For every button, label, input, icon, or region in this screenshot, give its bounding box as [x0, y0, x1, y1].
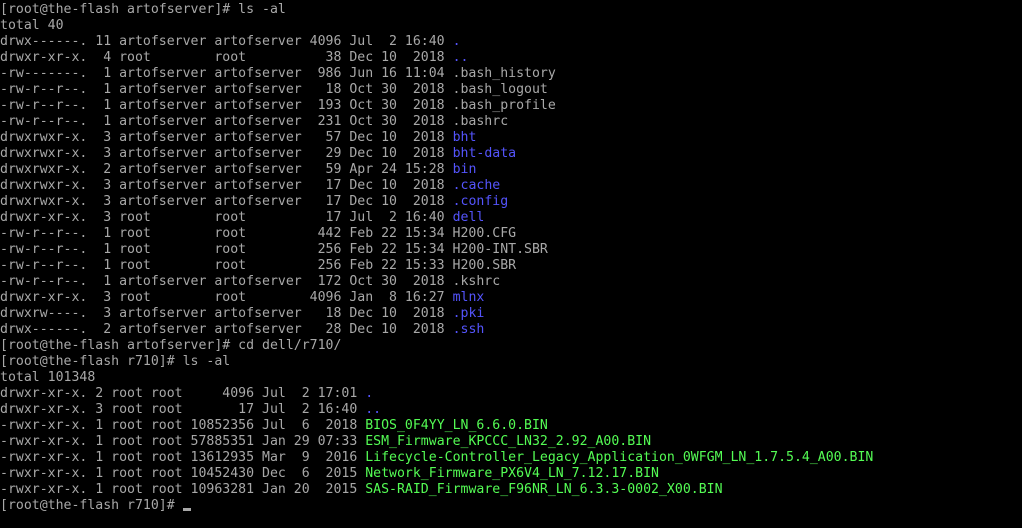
terminal-line: -rwxr-xr-x. 1 root root 13612935 Mar 9 2…: [0, 450, 1022, 466]
terminal-line: -rw-r--r--. 1 root root 442 Feb 22 15:34…: [0, 226, 1022, 242]
terminal-text: [root@the-flash r710]# ls -al: [0, 354, 231, 369]
terminal-text: -rwxr-xr-x. 1 root root 10963281 Jan 20 …: [0, 482, 366, 497]
terminal-line: [root@the-flash artofserver]# ls -al: [0, 2, 1022, 18]
terminal-text: drwxrw----. 3 artofserver artofserver 18…: [0, 306, 453, 321]
terminal-text: -rwxr-xr-x. 1 root root 57885351 Jan 29 …: [0, 434, 366, 449]
terminal-line: -rwxr-xr-x. 1 root root 10963281 Jan 20 …: [0, 482, 1022, 498]
terminal-text: -rw-r--r--. 1 root root 256 Feb 22 15:33…: [0, 258, 517, 273]
terminal-text: -rw-r--r--. 1 root root 256 Feb 22 15:34…: [0, 242, 548, 257]
terminal-line: -rw-r--r--. 1 artofserver artofserver 23…: [0, 114, 1022, 130]
terminal-line: -rw-r--r--. 1 artofserver artofserver 18…: [0, 82, 1022, 98]
terminal-line: [root@the-flash artofserver]# cd dell/r7…: [0, 338, 1022, 354]
terminal-text: drwxrwxr-x. 3 artofserver artofserver 17…: [0, 194, 453, 209]
terminal-text: [root@the-flash r710]#: [0, 498, 175, 513]
terminal-text: drwxr-xr-x. 3 root root 17 Jul 2 16:40: [0, 402, 366, 417]
text-cursor: [182, 508, 191, 511]
directory-name: .: [452, 34, 461, 49]
directory-name: .ssh: [452, 322, 485, 337]
directory-name: .pki: [452, 306, 485, 321]
terminal-text: drwxr-xr-x. 2 root root 4096 Jul 2 17:01: [0, 386, 366, 401]
terminal-line: drwxr-xr-x. 2 root root 4096 Jul 2 17:01…: [0, 386, 1022, 402]
terminal-text: -rw-r--r--. 1 root root 442 Feb 22 15:34…: [0, 226, 517, 241]
terminal-text: drwxr-xr-x. 4 root root 38 Dec 10 2018: [0, 50, 453, 65]
terminal-text: [root@the-flash artofserver]# cd dell/r7…: [0, 338, 342, 353]
terminal-text: -rw-------. 1 artofserver artofserver 98…: [0, 66, 556, 81]
terminal-line: drwxrw----. 3 artofserver artofserver 18…: [0, 306, 1022, 322]
terminal-line: drwxr-xr-x. 4 root root 38 Dec 10 2018 .…: [0, 50, 1022, 66]
terminal-line: drwxrwxr-x. 2 artofserver artofserver 59…: [0, 162, 1022, 178]
terminal-text: [root@the-flash artofserver]# ls -al: [0, 2, 286, 17]
terminal-line: -rwxr-xr-x. 1 root root 57885351 Jan 29 …: [0, 434, 1022, 450]
directory-name: mlnx: [452, 290, 485, 305]
terminal-line: total 40: [0, 18, 1022, 34]
directory-name: ..: [452, 50, 469, 65]
terminal-text: -rwxr-xr-x. 1 root root 10452430 Dec 6 2…: [0, 466, 366, 481]
terminal-line: -rw-r--r--. 1 root root 256 Feb 22 15:33…: [0, 258, 1022, 274]
terminal-line: [root@the-flash r710]# ls -al: [0, 354, 1022, 370]
terminal-line: drwxrwxr-x. 3 artofserver artofserver 17…: [0, 178, 1022, 194]
directory-name: .config: [452, 194, 509, 209]
terminal-line: -rw-r--r--. 1 root root 256 Feb 22 15:34…: [0, 242, 1022, 258]
terminal-text: drwx------. 11 artofserver artofserver 4…: [0, 34, 453, 49]
terminal-line: [root@the-flash r710]#: [0, 498, 1022, 514]
terminal-text: -rw-r--r--. 1 artofserver artofserver 23…: [0, 114, 509, 129]
terminal-line: -rwxr-xr-x. 1 root root 10852356 Jul 6 2…: [0, 418, 1022, 434]
terminal-line: drwxrwxr-x. 3 artofserver artofserver 17…: [0, 194, 1022, 210]
directory-name: bin: [452, 162, 477, 177]
executable-name: Network_Firmware_PX6V4_LN_7.12.17.BIN: [365, 466, 659, 481]
terminal-line: -rw-r--r--. 1 artofserver artofserver 19…: [0, 98, 1022, 114]
terminal-text: -rwxr-xr-x. 1 root root 10852356 Jul 6 2…: [0, 418, 366, 433]
executable-name: SAS-RAID_Firmware_F96NR_LN_6.3.3-0002_X0…: [365, 482, 723, 497]
directory-name: bht-data: [452, 146, 517, 161]
directory-name: .: [365, 386, 374, 401]
terminal-line: drwxrwxr-x. 3 artofserver artofserver 29…: [0, 146, 1022, 162]
directory-name: .cache: [452, 178, 501, 193]
executable-name: ESM_Firmware_KPCCC_LN32_2.92_A00.BIN: [365, 434, 652, 449]
terminal-text: drwxrwxr-x. 3 artofserver artofserver 57…: [0, 130, 453, 145]
terminal-text: total 40: [0, 18, 64, 33]
directory-name: ..: [365, 402, 382, 417]
terminal-text: drwxr-xr-x. 3 root root 17 Jul 2 16:40: [0, 210, 453, 225]
terminal-line: -rw-------. 1 artofserver artofserver 98…: [0, 66, 1022, 82]
terminal-line: drwxrwxr-x. 3 artofserver artofserver 57…: [0, 130, 1022, 146]
terminal-text: drwxrwxr-x. 2 artofserver artofserver 59…: [0, 162, 453, 177]
terminal-text: -rwxr-xr-x. 1 root root 13612935 Mar 9 2…: [0, 450, 366, 465]
terminal-text: drwxrwxr-x. 3 artofserver artofserver 17…: [0, 178, 453, 193]
terminal-text: -rw-r--r--. 1 artofserver artofserver 18…: [0, 82, 548, 97]
terminal-line: total 101348: [0, 370, 1022, 386]
terminal-line: -rwxr-xr-x. 1 root root 10452430 Dec 6 2…: [0, 466, 1022, 482]
terminal-text: drwx------. 2 artofserver artofserver 28…: [0, 322, 453, 337]
terminal-text: -rw-r--r--. 1 artofserver artofserver 19…: [0, 98, 556, 113]
terminal-text: drwxrwxr-x. 3 artofserver artofserver 29…: [0, 146, 453, 161]
terminal-line: drwx------. 11 artofserver artofserver 4…: [0, 34, 1022, 50]
terminal-line: drwxr-xr-x. 3 root root 17 Jul 2 16:40 d…: [0, 210, 1022, 226]
directory-name: dell: [452, 210, 485, 225]
executable-name: Lifecycle-Controller_Legacy_Application_…: [365, 450, 874, 465]
directory-name: bht: [452, 130, 477, 145]
terminal-text: -rw-r--r--. 1 artofserver artofserver 17…: [0, 274, 501, 289]
terminal-text: total 101348: [0, 370, 96, 385]
executable-name: BIOS_0F4YY_LN_6.6.0.BIN: [365, 418, 548, 433]
terminal-line: drwxr-xr-x. 3 root root 4096 Jan 8 16:27…: [0, 290, 1022, 306]
terminal-screen[interactable]: [root@the-flash artofserver]# ls -al tota…: [0, 0, 1022, 528]
terminal-line: drwxr-xr-x. 3 root root 17 Jul 2 16:40 .…: [0, 402, 1022, 418]
terminal-text: drwxr-xr-x. 3 root root 4096 Jan 8 16:27: [0, 290, 453, 305]
terminal-line: -rw-r--r--. 1 artofserver artofserver 17…: [0, 274, 1022, 290]
terminal-line: drwx------. 2 artofserver artofserver 28…: [0, 322, 1022, 338]
